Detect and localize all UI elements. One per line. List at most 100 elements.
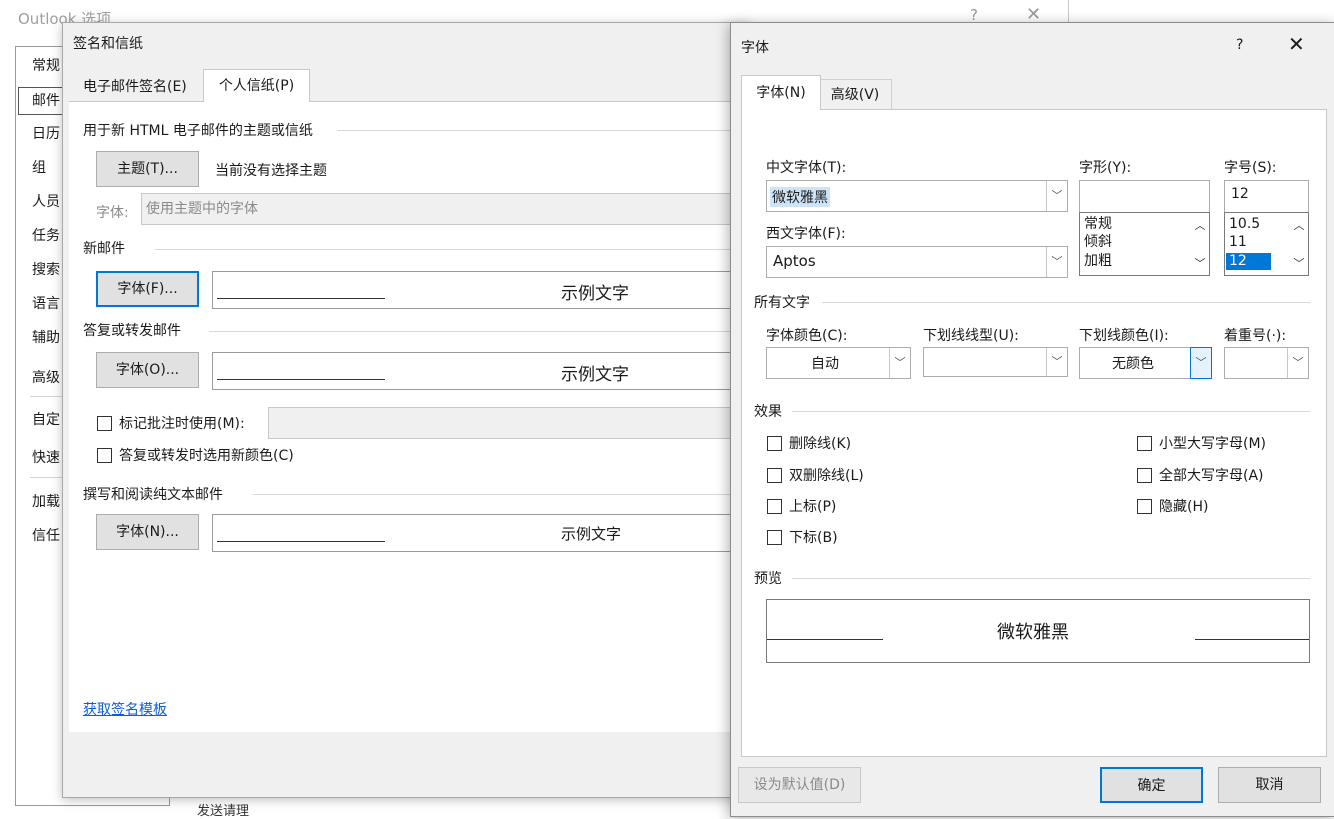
style-option-regular[interactable]: 常规 [1084, 216, 1112, 233]
group-divider [253, 494, 749, 495]
get-signature-template-link[interactable]: 获取签名模板 [83, 699, 167, 719]
double-strikethrough-label: 双删除线(L) [789, 468, 864, 484]
chevron-down-icon[interactable]: ﹀ [1287, 348, 1308, 378]
new-mail-sample-text: 示例文字 [561, 284, 629, 304]
chinese-font-value: 微软雅黑 [770, 187, 830, 207]
preview-baseline-right [1195, 639, 1309, 640]
all-caps-checkbox[interactable] [1137, 468, 1152, 483]
group-divider [209, 331, 749, 332]
underline-color-combo[interactable]: 无颜色 ﹀ [1079, 347, 1212, 379]
preview-underline [217, 298, 385, 299]
theme-font-field: 使用主题中的字体 [141, 193, 751, 225]
western-font-label: 西文字体(F): [766, 226, 846, 242]
font-color-combo[interactable]: 自动 ﹀ [766, 347, 911, 379]
new-mail-group-label: 新邮件 [83, 241, 125, 257]
help-icon[interactable]: ? [1236, 37, 1243, 53]
scroll-up-icon[interactable]: ︿ [1191, 217, 1209, 233]
cancel-button[interactable]: 取消 [1218, 767, 1321, 803]
options-bottom-text: 发送请理 [197, 804, 250, 819]
group-divider [792, 411, 1310, 412]
chevron-down-icon[interactable]: ﹀ [1046, 348, 1067, 376]
font-style-list[interactable]: 常规 倾斜 加粗 ︿ ﹀ [1079, 212, 1210, 276]
style-option-bold[interactable]: 加粗 [1084, 253, 1112, 270]
chevron-down-icon[interactable]: ﹀ [889, 348, 910, 378]
close-icon[interactable]: ✕ [1288, 32, 1305, 56]
double-strikethrough-checkbox[interactable] [767, 468, 782, 483]
emphasis-mark-combo[interactable]: ﹀ [1224, 347, 1309, 379]
underline-style-combo[interactable]: ﹀ [923, 347, 1068, 377]
group-divider [337, 130, 749, 131]
signatures-dialog-title: 签名和信纸 [73, 36, 143, 52]
group-divider [155, 249, 749, 250]
plain-text-sample-text: 示例文字 [561, 525, 622, 543]
chevron-down-icon[interactable]: ﹀ [1190, 347, 1212, 379]
font-preview-box: 微软雅黑 [766, 599, 1310, 663]
new-mail-font-preview: 示例文字 [212, 271, 754, 309]
font-color-value: 自动 [811, 356, 839, 372]
plain-text-font-button[interactable]: 字体(N)... [96, 514, 199, 550]
all-text-group-label: 所有文字 [754, 295, 810, 311]
stationery-panel: 用于新 HTML 电子邮件的主题或信纸 主题(T)... 当前没有选择主题 字体… [69, 101, 754, 732]
strikethrough-label: 删除线(K) [789, 436, 852, 452]
font-color-label: 字体颜色(C): [766, 328, 848, 344]
western-font-combo[interactable]: Aptos ﹀ [766, 246, 1068, 278]
font-size-list[interactable]: 10.5 11 12 ︿ ﹀ [1224, 212, 1309, 276]
hidden-checkbox[interactable] [1137, 499, 1152, 514]
size-option[interactable]: 11 [1229, 234, 1247, 251]
font-style-input[interactable] [1079, 180, 1210, 213]
superscript-checkbox[interactable] [767, 499, 782, 514]
chevron-down-icon[interactable]: ﹀ [1046, 181, 1067, 211]
reply-font-button[interactable]: 字体(O)... [96, 352, 199, 388]
font-tab-panel: 中文字体(T): 字形(Y): 字号(S): 微软雅黑 ﹀ 常规 倾斜 加粗 ︿… [741, 109, 1327, 757]
reply-sample-text: 示例文字 [561, 365, 629, 385]
tab-font[interactable]: 字体(N) [741, 75, 821, 110]
font-label: 字体: [96, 205, 129, 221]
tab-email-signature[interactable]: 电子邮件签名(E) [73, 73, 197, 101]
plain-text-font-preview: 示例文字 [212, 514, 754, 552]
underline-style-label: 下划线线型(U): [923, 328, 1019, 344]
scroll-down-icon[interactable]: ﹀ [1191, 255, 1209, 271]
size-option[interactable]: 10.5 [1229, 216, 1260, 233]
hidden-label: 隐藏(H) [1159, 499, 1209, 515]
superscript-label: 上标(P) [789, 499, 837, 515]
new-color-checkbox[interactable] [97, 448, 112, 463]
reply-font-preview: 示例文字 [212, 352, 754, 390]
font-size-value: 12 [1231, 186, 1249, 202]
font-size-input[interactable]: 12 [1224, 180, 1309, 213]
scroll-up-icon[interactable]: ︿ [1290, 217, 1308, 233]
mark-comments-label: 标记批注时使用(M): [119, 416, 245, 432]
size-option-selected[interactable]: 12 [1226, 253, 1271, 270]
new-mail-font-button[interactable]: 字体(F)... [96, 271, 199, 307]
chinese-font-combo[interactable]: 微软雅黑 ﹀ [766, 180, 1068, 212]
ok-button[interactable]: 确定 [1100, 767, 1203, 803]
tab-advanced[interactable]: 高级(V) [819, 79, 892, 110]
subscript-label: 下标(B) [789, 530, 838, 546]
new-color-label: 答复或转发时选用新颜色(C) [119, 448, 294, 464]
western-font-value: Aptos [773, 252, 816, 270]
font-dialog-title: 字体 [741, 40, 769, 56]
signatures-dialog: 签名和信纸 电子邮件签名(E) 个人信纸(P) 用于新 HTML 电子邮件的主题… [62, 22, 754, 798]
mark-comments-field [268, 407, 752, 439]
subscript-checkbox[interactable] [767, 530, 782, 545]
style-option-italic[interactable]: 倾斜 [1084, 234, 1112, 251]
tab-personal-stationery[interactable]: 个人信纸(P) [203, 69, 310, 102]
scroll-down-icon[interactable]: ﹀ [1290, 255, 1308, 271]
theme-button[interactable]: 主题(T)... [96, 151, 199, 187]
group-divider [792, 578, 1310, 579]
small-caps-checkbox[interactable] [1137, 436, 1152, 451]
font-style-label: 字形(Y): [1079, 160, 1132, 176]
underline-color-value: 无颜色 [1112, 356, 1154, 372]
theme-status-text: 当前没有选择主题 [215, 163, 327, 179]
chinese-font-label: 中文字体(T): [766, 160, 847, 176]
preview-text: 微软雅黑 [997, 622, 1069, 643]
chevron-down-icon[interactable]: ﹀ [1046, 247, 1067, 277]
small-caps-label: 小型大写字母(M) [1159, 436, 1267, 452]
strikethrough-checkbox[interactable] [767, 436, 782, 451]
theme-font-value: 使用主题中的字体 [146, 201, 258, 217]
preview-underline [217, 541, 385, 542]
set-default-button[interactable]: 设为默认值(D) [738, 767, 861, 803]
plain-text-group-label: 撰写和阅读纯文本邮件 [83, 487, 223, 503]
mark-comments-checkbox[interactable] [97, 416, 112, 431]
preview-underline [217, 379, 385, 380]
font-dialog: 字体 ? ✕ 字体(N) 高级(V) 中文字体(T): 字形(Y): 字号(S)… [730, 22, 1334, 817]
